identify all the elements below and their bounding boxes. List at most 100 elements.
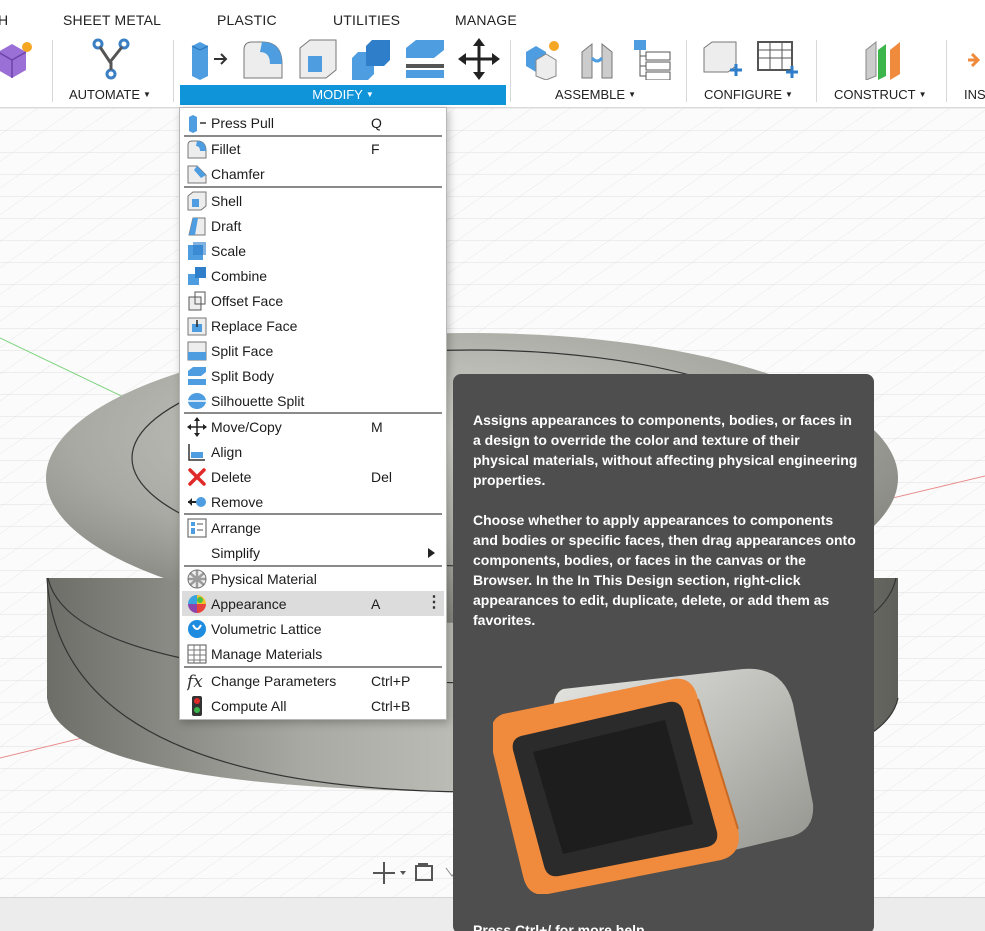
delete-icon — [187, 467, 207, 487]
automate-group-label[interactable]: AUTOMATE ▼ — [69, 87, 151, 102]
more-options-icon[interactable]: ⋮ — [426, 594, 442, 612]
toolbar-separator — [686, 40, 687, 102]
menu-item-label: Chamfer — [211, 166, 265, 182]
compute-all-icon — [187, 696, 207, 716]
menu-item-chamfer[interactable]: Chamfer — [182, 161, 444, 186]
menu-item-label: Offset Face — [211, 293, 284, 309]
menu-item-appearance[interactable]: Appearance A ⋮ — [182, 591, 444, 616]
combine-icon[interactable] — [350, 38, 392, 80]
menu-item-physical-material[interactable]: Physical Material — [182, 566, 444, 591]
menu-item-move-copy[interactable]: Move/Copy M — [182, 414, 444, 439]
configuration-table-icon[interactable] — [756, 38, 798, 80]
tab-solid[interactable]: H — [0, 12, 8, 28]
chamfer-icon — [187, 164, 207, 184]
offset-plane-icon[interactable] — [862, 38, 904, 80]
menu-item-label: Compute All — [211, 698, 287, 714]
menu-item-label: Scale — [211, 243, 247, 259]
volumetric-lattice-icon — [187, 619, 207, 639]
modify-group-label[interactable]: MODIFY ▼ — [180, 85, 506, 105]
split-body-icon[interactable] — [404, 38, 446, 80]
toolbar-separator — [52, 40, 53, 102]
menu-item-label: Draft — [211, 218, 242, 234]
menu-item-align[interactable]: Align — [182, 439, 444, 464]
menu-item-shortcut: Q — [371, 115, 382, 131]
offset-face-icon — [187, 291, 207, 311]
appearance-preview-image — [493, 668, 814, 894]
menu-item-shortcut: Ctrl+P — [371, 673, 411, 689]
menu-item-fillet[interactable]: Fillet F — [182, 136, 444, 161]
tab-utilities[interactable]: UTILITIES — [333, 12, 400, 28]
toolbar-separator — [173, 40, 174, 102]
menu-item-draft[interactable]: Draft — [182, 213, 444, 238]
menu-item-volumetric-lattice[interactable]: Volumetric Lattice — [182, 616, 444, 641]
remove-icon — [187, 492, 207, 512]
fx-icon: fx — [187, 671, 207, 691]
assemble-group-label[interactable]: ASSEMBLE ▼ — [555, 87, 636, 102]
menu-item-change-parameters[interactable]: fx Change Parameters Ctrl+P — [182, 668, 444, 693]
menu-item-remove[interactable]: Remove — [182, 489, 444, 514]
move-copy-icon[interactable] — [458, 38, 500, 80]
automate-icon[interactable] — [90, 38, 132, 80]
menu-item-arrange[interactable]: Arrange — [182, 515, 444, 540]
joint-icon[interactable] — [576, 38, 618, 80]
tab-plastic[interactable]: PLASTIC — [217, 12, 277, 28]
menu-item-label: Replace Face — [211, 318, 298, 334]
configure-design-icon[interactable] — [700, 38, 742, 80]
menu-item-split-body[interactable]: Split Body — [182, 363, 444, 388]
create-form-icon[interactable] — [0, 38, 36, 80]
menu-item-silhouette-split[interactable]: Silhouette Split — [182, 388, 444, 413]
menu-item-shortcut: Ctrl+B — [371, 698, 411, 714]
menu-item-compute-all[interactable]: Compute All Ctrl+B — [182, 693, 444, 718]
menu-item-label: Split Body — [211, 368, 275, 384]
menu-item-shell[interactable]: Shell — [182, 188, 444, 213]
tab-sheet-metal[interactable]: SHEET METAL — [63, 12, 161, 28]
menu-item-shortcut: Del — [371, 469, 393, 485]
menu-item-split-face[interactable]: Split Face — [182, 338, 444, 363]
tooltip-instructions: Choose whether to apply appearances to c… — [473, 512, 856, 628]
fillet-icon — [187, 139, 207, 159]
modify-dropdown-menu: Press Pull Q Fillet F Chamfer Shell Draf… — [179, 107, 447, 720]
menu-item-offset-face[interactable]: Offset Face — [182, 288, 444, 313]
toolbar-separator — [946, 40, 947, 102]
construct-group-label[interactable]: CONSTRUCT ▼ — [834, 87, 927, 102]
move-copy-icon — [187, 417, 207, 437]
shell-icon — [187, 191, 207, 211]
scale-icon — [187, 241, 207, 261]
menu-item-label: Appearance — [211, 596, 287, 612]
menu-item-simplify[interactable]: Simplify — [182, 540, 444, 565]
press-pull-icon[interactable] — [188, 38, 230, 80]
menu-item-delete[interactable]: Delete Del — [182, 464, 444, 489]
tooltip-description: Assigns appearances to components, bodie… — [473, 412, 858, 488]
insert-icon[interactable] — [964, 38, 985, 80]
shell-icon[interactable] — [296, 38, 338, 80]
assembly-browser-icon[interactable] — [630, 38, 672, 80]
tab-manage[interactable]: MANAGE — [455, 12, 517, 28]
menu-item-scale[interactable]: Scale — [182, 238, 444, 263]
menu-item-label: Arrange — [211, 520, 261, 536]
menu-item-shortcut: A — [371, 596, 381, 612]
menu-item-press-pull[interactable]: Press Pull Q — [182, 110, 444, 135]
menu-item-label: Physical Material — [211, 571, 317, 587]
menu-item-label: Move/Copy — [211, 419, 282, 435]
arrange-icon — [187, 518, 207, 538]
menu-item-label: Volumetric Lattice — [211, 621, 322, 637]
menu-item-label: Simplify — [211, 545, 261, 561]
menu-item-label: Remove — [211, 494, 264, 510]
menu-item-label: Delete — [211, 469, 252, 485]
appearance-icon — [187, 594, 207, 614]
press-pull-icon — [187, 113, 207, 133]
physical-material-icon — [187, 569, 207, 589]
new-component-icon[interactable] — [522, 38, 564, 80]
menu-item-combine[interactable]: Combine — [182, 263, 444, 288]
svg-text:fx: fx — [187, 672, 203, 691]
submenu-arrow-icon — [428, 548, 435, 558]
fillet-icon[interactable] — [242, 38, 284, 80]
insert-group-label[interactable]: INS — [964, 87, 985, 102]
menu-item-replace-face[interactable]: Replace Face — [182, 313, 444, 338]
orbit-icon[interactable] — [370, 858, 460, 888]
configure-group-label[interactable]: CONFIGURE ▼ — [704, 87, 793, 102]
silhouette-split-icon — [187, 391, 207, 411]
draft-icon — [187, 216, 207, 236]
menu-item-manage-materials[interactable]: Manage Materials — [182, 641, 444, 666]
tooltip-help-footer: Press Ctrl+/ for more help. — [473, 922, 649, 931]
